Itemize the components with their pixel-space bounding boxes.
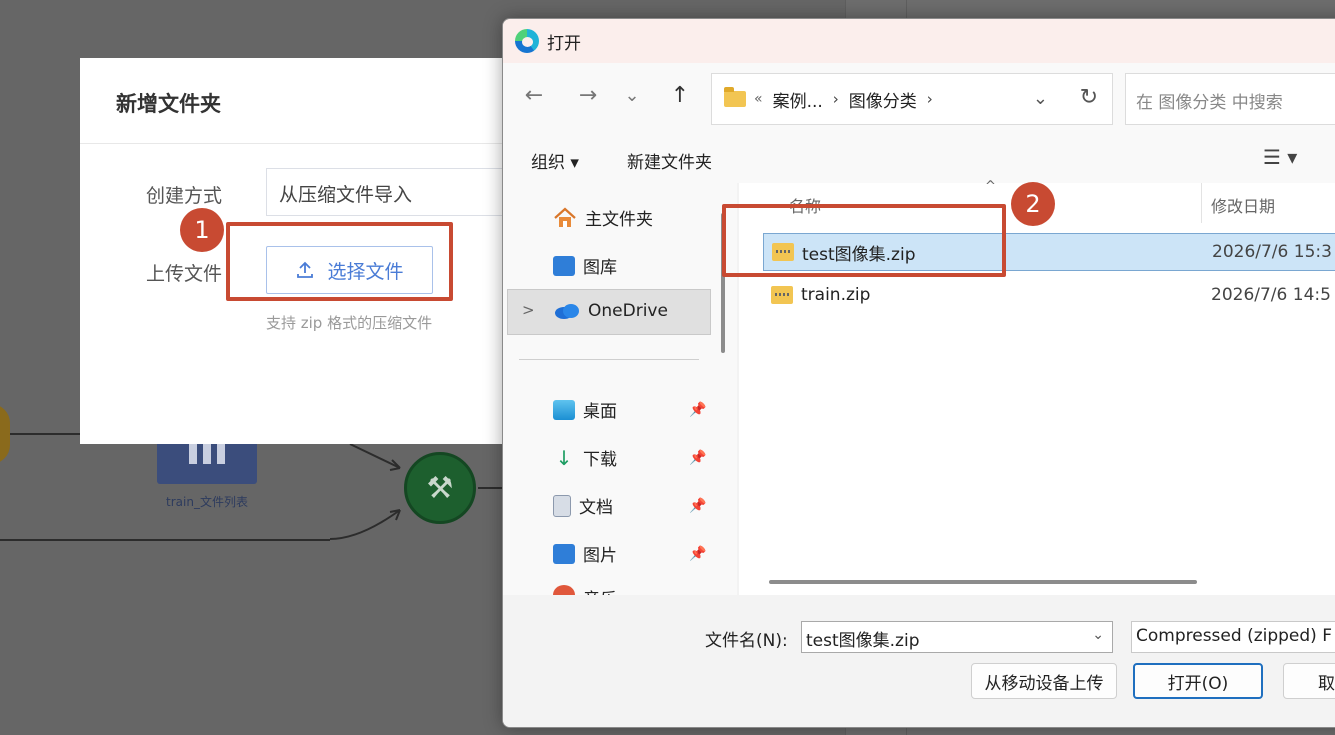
- command-bar: 组织 ▾ 新建文件夹 ☰ ▾: [503, 135, 1335, 183]
- organize-menu[interactable]: 组织 ▾: [531, 148, 579, 173]
- nav-item-onedrive-label: OneDrive: [588, 301, 668, 321]
- address-dropdown-icon[interactable]: ⌄: [1033, 88, 1048, 109]
- filename-label: 文件名(N):: [705, 631, 788, 651]
- pictures-icon: [553, 543, 575, 564]
- cancel-button[interactable]: 取: [1283, 663, 1335, 699]
- desktop-icon: [553, 399, 575, 420]
- nav-item-music[interactable]: 音乐: [553, 585, 713, 595]
- pin-icon[interactable]: 📌: [689, 402, 706, 418]
- pin-icon[interactable]: 📌: [689, 546, 706, 562]
- upload-file-label: 上传文件: [146, 263, 223, 285]
- nav-item-pictures-label: 图片: [583, 546, 617, 566]
- dialog-navigation-bar: ← → ⌄ ↑ « 案例... › 图像分类 › ⌄ ↻ 在 图像分类 中搜索: [503, 63, 1335, 135]
- pin-icon[interactable]: 📌: [689, 498, 706, 514]
- upload-from-mobile-button[interactable]: 从移动设备上传: [971, 663, 1117, 699]
- cloud-icon: [555, 304, 579, 319]
- dialog-title: 打开: [547, 33, 581, 54]
- file-list-node-label: train_文件列表: [166, 495, 248, 509]
- address-bar[interactable]: « 案例... › 图像分类 › ⌄ ↻: [711, 73, 1113, 125]
- navigation-pane: 主文件夹 图库 > OneDrive 桌面 📌 ↓ 下载 📌 文档 📌 图片 📌: [503, 183, 737, 595]
- file-name: train.zip: [801, 285, 871, 305]
- file-modified-date: 2026/7/6 15:3: [1212, 242, 1332, 262]
- new-folder-button[interactable]: 新建文件夹: [627, 148, 712, 173]
- create-method-select[interactable]: 从压缩文件导入: [266, 168, 526, 216]
- nav-item-desktop[interactable]: 桌面 📌: [553, 397, 713, 422]
- annotation-highlight-selected-file: [722, 204, 1006, 277]
- recent-locations-chevron-icon[interactable]: ⌄: [617, 85, 647, 106]
- nav-item-home-label: 主文件夹: [585, 210, 653, 230]
- view-options-icon[interactable]: ☰ ▾: [1263, 145, 1297, 169]
- music-icon: [553, 585, 575, 595]
- filename-input[interactable]: test图像集.zip ⌄: [801, 621, 1113, 653]
- column-divider[interactable]: [1201, 183, 1202, 223]
- nav-item-onedrive[interactable]: > OneDrive: [507, 289, 711, 335]
- nav-divider: [519, 359, 699, 360]
- breadcrumb-overflow[interactable]: «: [754, 91, 763, 107]
- modal-title: 新增文件夹: [80, 58, 510, 144]
- folder-icon: [724, 87, 746, 107]
- download-icon: ↓: [555, 445, 573, 470]
- dialog-titlebar: 打开: [503, 19, 1335, 63]
- breadcrumb-separator-icon: ›: [926, 90, 933, 108]
- file-open-dialog: 打开 ← → ⌄ ↑ « 案例... › 图像分类 › ⌄ ↻ 在 图像分类 中…: [502, 18, 1335, 728]
- pin-icon[interactable]: 📌: [689, 450, 706, 466]
- nav-item-onedrive-row: OneDrive: [554, 301, 714, 321]
- filename-value: test图像集.zip: [806, 631, 920, 651]
- dialog-footer: 文件名(N): test图像集.zip ⌄ Compressed (zipped…: [503, 595, 1335, 727]
- chevron-down-icon[interactable]: ⌄: [1092, 627, 1104, 643]
- open-button[interactable]: 打开(O): [1133, 663, 1263, 699]
- create-method-label: 创建方式: [146, 185, 223, 207]
- nav-item-music-label: 音乐: [583, 585, 617, 595]
- nav-item-downloads[interactable]: ↓ 下载 📌: [553, 445, 713, 471]
- nav-item-gallery-label: 图库: [583, 258, 617, 278]
- nav-item-documents-label: 文档: [579, 498, 613, 518]
- file-type-select[interactable]: Compressed (zipped) F: [1131, 621, 1335, 653]
- nav-item-pictures[interactable]: 图片 📌: [553, 541, 713, 566]
- table-icon: [185, 442, 229, 472]
- nav-item-home[interactable]: 主文件夹: [553, 205, 713, 230]
- nav-item-documents[interactable]: 文档 📌: [553, 493, 713, 518]
- breadcrumb-case[interactable]: 案例...: [773, 87, 823, 112]
- workflow-edge: [0, 539, 330, 541]
- step-badge-2: 2: [1011, 182, 1055, 226]
- search-input[interactable]: 在 图像分类 中搜索: [1125, 73, 1335, 125]
- sort-ascending-icon: ^: [985, 179, 996, 194]
- nav-item-desktop-label: 桌面: [583, 402, 617, 422]
- horizontal-scrollbar[interactable]: [769, 580, 1197, 584]
- gallery-icon: [553, 255, 575, 276]
- step-badge-1: 1: [180, 208, 224, 252]
- upload-hint: 支持 zip 格式的压缩文件: [266, 314, 433, 332]
- zip-folder-icon: [771, 286, 793, 304]
- annotation-highlight-choose-file: [226, 222, 453, 301]
- dumbbell-icon: ⚒: [426, 470, 454, 506]
- nav-item-gallery[interactable]: 图库: [553, 253, 713, 278]
- refresh-icon[interactable]: ↻: [1080, 85, 1098, 110]
- workflow-node-orange: [0, 404, 10, 464]
- training-node[interactable]: ⚒: [404, 452, 476, 524]
- home-icon: [554, 207, 576, 227]
- breadcrumb-separator-icon: ›: [832, 90, 839, 108]
- edge-browser-icon: [515, 29, 539, 53]
- breadcrumb-image-classification[interactable]: 图像分类: [849, 87, 917, 112]
- workflow-edge: [478, 487, 502, 489]
- column-header-modified[interactable]: 修改日期: [1211, 193, 1275, 217]
- up-arrow-icon[interactable]: ↑: [665, 83, 695, 108]
- back-arrow-icon[interactable]: ←: [519, 83, 549, 108]
- file-row-train-zip[interactable]: train.zip 2026/7/6 14:5: [763, 276, 1335, 314]
- expand-chevron-icon[interactable]: >: [522, 301, 535, 319]
- nav-item-downloads-label: 下载: [583, 450, 617, 470]
- file-modified-date: 2026/7/6 14:5: [1211, 285, 1331, 305]
- forward-arrow-icon[interactable]: →: [573, 83, 603, 108]
- document-icon: [553, 494, 571, 517]
